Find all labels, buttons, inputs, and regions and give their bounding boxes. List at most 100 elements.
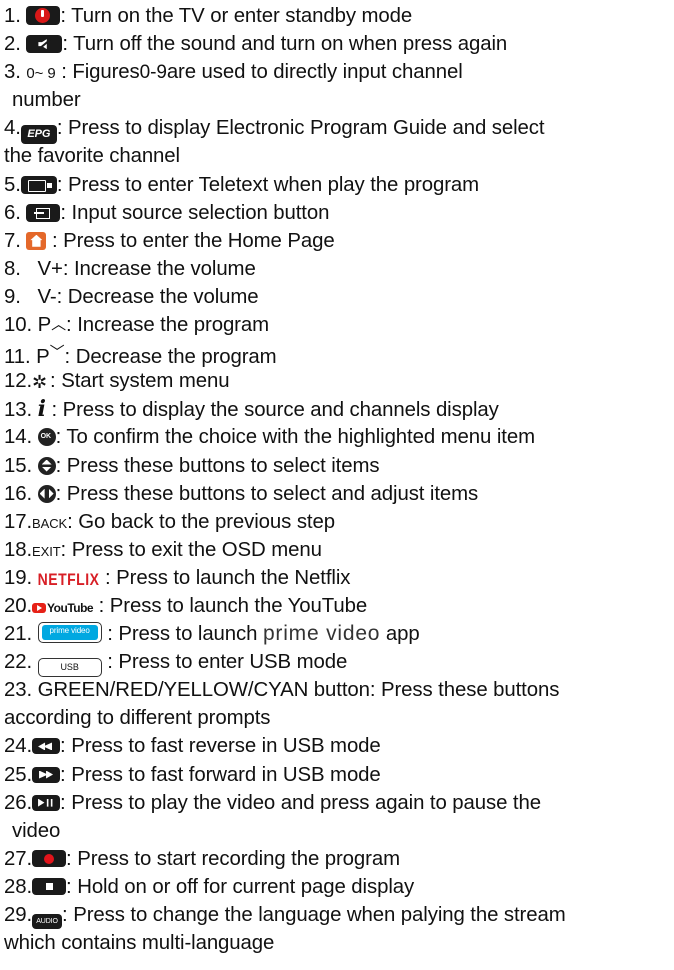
- item-number: 15.: [4, 454, 33, 477]
- item-description: Press these buttons to select items: [66, 454, 380, 477]
- audio-icon: AUDIO: [32, 914, 63, 929]
- list-item: 7. : Press to enter the Home Page: [4, 229, 335, 252]
- list-item: 21. prime video : Press to launch prime …: [4, 622, 420, 646]
- list-item: 28.: Hold on or off for current page dis…: [4, 875, 415, 898]
- item-description: Press to change the language when palyin…: [73, 904, 566, 926]
- list-item: 18.EXIT: Press to exit the OSD menu: [4, 538, 322, 561]
- item-number: 13.: [4, 399, 33, 422]
- key-label: P: [37, 314, 52, 337]
- list-item: 16. : Press these buttons to select and …: [4, 482, 479, 505]
- up-down-icon: [37, 456, 56, 475]
- key-label: BACK: [32, 515, 68, 531]
- list-item: 10. P︿: Increase the program: [4, 311, 672, 339]
- item-description: Press to display the source and channels…: [62, 399, 499, 422]
- item-description: Turn off the sound and turn on when pres…: [73, 33, 508, 56]
- item-number: 20.: [4, 594, 33, 617]
- list-item: 15. : Press these buttons to select item…: [4, 454, 380, 477]
- key-label: EXIT: [32, 543, 61, 559]
- gear-icon: ✲: [32, 372, 48, 393]
- item-number: 21.: [4, 623, 33, 646]
- ok-icon: [37, 428, 56, 447]
- list-item: 22. USB : Press to enter USB mode: [4, 648, 672, 678]
- item-description: Press to display Electronic Program Guid…: [67, 117, 545, 140]
- item-number: 7.: [4, 229, 21, 252]
- item-number: 14.: [4, 426, 33, 449]
- item-description: Press to start recording the program: [77, 847, 400, 870]
- input-source-icon: [26, 203, 61, 222]
- list-item-continuation: the favorite channel: [4, 145, 180, 168]
- usb-icon: USB: [37, 658, 102, 678]
- stop-icon: [32, 877, 67, 895]
- item-description: Press to enter the Home Page: [63, 229, 335, 252]
- mute-icon: [26, 35, 63, 54]
- list-item-continuation: according to different prompts: [4, 707, 271, 730]
- list-item-continuation: video: [12, 819, 61, 842]
- list-item: 4. EPG: Press to display Electronic Progr…: [4, 114, 672, 145]
- fast-forward-icon: [32, 766, 61, 783]
- list-item: 2. : Turn off the sound and turn on when…: [4, 33, 508, 56]
- fast-reverse-icon: [32, 738, 61, 755]
- list-item: 5.: Press to enter Teletext when play th…: [4, 173, 480, 196]
- info-icon: i: [37, 396, 46, 423]
- item-description: Press to enter USB mode: [118, 651, 348, 674]
- item-number: 11.: [4, 346, 31, 369]
- item-description: Decrease the program: [75, 346, 277, 369]
- item-number: 12.: [4, 370, 33, 393]
- list-item: 1. : Turn on the TV or enter standby mod…: [4, 5, 413, 27]
- item-description: Figures: [72, 61, 140, 84]
- item-description: Press to fast reverse in USB mode: [71, 735, 381, 758]
- item-number: 23.: [4, 679, 33, 702]
- item-description: Increase the program: [77, 314, 269, 337]
- home-icon: [26, 231, 47, 250]
- item-number: 16.: [4, 482, 33, 505]
- item-number: 22.: [4, 651, 33, 674]
- youtube-icon: YouTube: [32, 594, 94, 622]
- item-description: Start system menu: [61, 370, 230, 393]
- list-item: 13. i : Press to display the source and …: [4, 396, 499, 423]
- item-description: Decrease the volume: [67, 285, 259, 308]
- list-item: 3. 0~ 9 : Figures0-9are used to directly…: [4, 61, 463, 84]
- item-number: 5.: [4, 173, 21, 196]
- list-item: 26.: Press to play the video and press a…: [4, 791, 541, 814]
- key-label: P: [36, 346, 50, 369]
- item-number: 9.: [4, 285, 21, 308]
- item-description: To confirm the choice with the highlight…: [66, 426, 535, 449]
- list-item: 12.✲: Start system menu: [4, 370, 230, 393]
- item-number: 28.: [4, 875, 33, 898]
- item-description: Press to enter Teletext when play the pr…: [67, 173, 480, 196]
- left-right-icon: [37, 484, 56, 503]
- list-item: 6. : Input source selection button: [4, 201, 330, 224]
- item-description: Go back to the previous step: [78, 510, 335, 533]
- item-number: 19.: [4, 566, 33, 589]
- list-item-continuation: which contains multi-language: [4, 932, 275, 955]
- item-description: Turn on the TV or enter standby mode: [71, 5, 413, 27]
- list-item: 8. V+: Increase the volume: [4, 257, 256, 280]
- list-item: 17.BACK: Go back to the previous step: [4, 510, 335, 533]
- key-label: V-: [37, 285, 57, 308]
- item-description: GREEN/RED/YELLOW/CYAN button: Press thes…: [37, 679, 560, 702]
- play-pause-icon: [32, 794, 61, 811]
- item-number: 17.: [4, 510, 33, 533]
- remote-control-key-list: 1. : Turn on the TV or enter standby mod…: [4, 2, 672, 957]
- item-number: 4.: [4, 117, 21, 140]
- item-number: 1.: [4, 5, 21, 27]
- item-number: 27.: [4, 847, 33, 870]
- teletext-icon: [20, 175, 57, 194]
- digit-key-label: 0~ 9: [26, 65, 56, 83]
- list-item: 20. YouTube : Press to launch the YouTube: [4, 592, 672, 620]
- prime-video-icon: prime video: [37, 622, 102, 644]
- item-description: Press these buttons to select and adjust…: [66, 482, 479, 505]
- item-description: Press to play the video and press again …: [71, 791, 541, 814]
- list-item: 9. V-: Decrease the volume: [4, 285, 259, 308]
- item-description: Hold on or off for current page display: [77, 875, 415, 898]
- list-item: 25.: Press to fast forward in USB mode: [4, 763, 381, 786]
- item-number: 8.: [4, 257, 21, 280]
- list-item: 29. AUDIO: Press to change the language w…: [4, 901, 672, 929]
- list-item: 24.: Press to fast reverse in USB mode: [4, 735, 381, 758]
- item-description: Press to exit the OSD menu: [71, 538, 322, 561]
- list-item: 27.: Press to start recording the progra…: [4, 847, 400, 870]
- list-item-continuation: number: [12, 89, 81, 112]
- item-number: 3.: [4, 61, 21, 84]
- power-icon: [26, 6, 61, 25]
- list-item: 14. : To confirm the choice with the hig…: [4, 423, 672, 451]
